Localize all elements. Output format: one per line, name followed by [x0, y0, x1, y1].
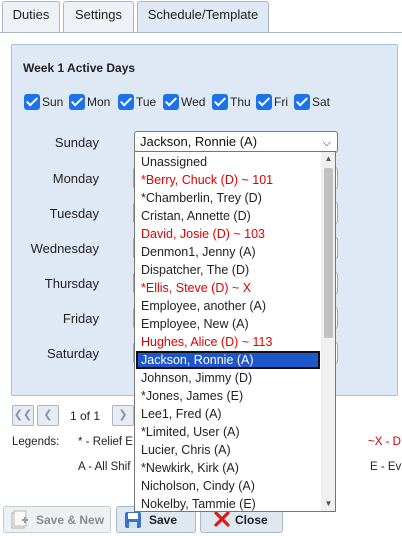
day-check-label: Thu — [230, 95, 251, 109]
list-item[interactable]: *Berry, Chuck (D) ~ 101 — [136, 171, 320, 189]
checkbox-icon[interactable] — [163, 94, 179, 110]
day-check-label: Sat — [312, 95, 331, 109]
checkbox-icon[interactable] — [24, 94, 40, 110]
list-item[interactable]: *Ellis, Steve (D) ~ X — [136, 279, 320, 297]
day-check-fri[interactable]: Fri — [256, 93, 288, 111]
legend-label: Legends: — [12, 436, 60, 448]
legend-relief: * - Relief E — [78, 436, 133, 448]
list-item[interactable]: *Jones, James (E) — [136, 387, 320, 405]
sunday-select-value: Jackson, Ronnie (A) — [140, 134, 258, 149]
day-label-tuesday: Tuesday — [49, 206, 99, 221]
list-item[interactable]: Cristan, Annette (D) — [136, 207, 320, 225]
list-item[interactable]: Johnson, Jimmy (D) — [136, 369, 320, 387]
list-item[interactable]: Lucier, Chris (A) — [136, 441, 320, 459]
day-check-thu[interactable]: Thu — [212, 93, 251, 111]
scroll-down-icon[interactable]: ▼ — [321, 497, 335, 511]
tab-duties[interactable]: Duties — [2, 1, 60, 33]
day-label-wednesday: Wednesday — [30, 241, 99, 256]
checkbox-icon[interactable] — [294, 94, 310, 110]
day-label-friday: Friday — [62, 311, 99, 326]
day-check-label: Wed — [181, 95, 206, 109]
list-item-selected[interactable]: Jackson, Ronnie (A) — [136, 351, 320, 369]
save-new-icon — [10, 510, 30, 530]
pager-status: 1 of 1 — [70, 409, 101, 423]
day-label-sunday: Sunday — [54, 135, 99, 150]
employee-dropdown-list[interactable]: Unassigned *Berry, Chuck (D) ~ 101 *Cham… — [134, 151, 336, 512]
day-check-sat[interactable]: Sat — [294, 93, 330, 111]
legend-x-marker: ~X - D — [368, 436, 401, 448]
checkbox-icon[interactable] — [118, 94, 134, 110]
day-check-label: Sun — [42, 95, 64, 109]
list-item[interactable]: Dispatcher, The (D) — [136, 261, 320, 279]
close-label: Close — [235, 512, 268, 527]
week-title: Week 1 Active Days — [23, 61, 136, 75]
day-label-monday: Monday — [52, 171, 99, 186]
day-label-thursday: Thursday — [44, 276, 99, 291]
scrollbar-thumb[interactable] — [324, 168, 333, 338]
checkbox-icon[interactable] — [256, 94, 272, 110]
day-check-label: Fri — [274, 95, 288, 109]
list-item[interactable]: Nokelby, Tammie (E) — [136, 495, 320, 511]
day-check-mon[interactable]: Mon — [69, 93, 110, 111]
tab-label: Settings — [75, 7, 122, 22]
day-label-saturday: Saturday — [46, 346, 99, 361]
list-item[interactable]: Employee, New (A) — [136, 315, 320, 333]
chevron-down-icon[interactable]: ⌵ — [323, 133, 331, 153]
list-item[interactable]: *Chamberlin, Trey (D) — [136, 189, 320, 207]
list-item[interactable]: David, Josie (D) ~ 103 — [136, 225, 320, 243]
list-item[interactable]: Nicholson, Cindy (A) — [136, 477, 320, 495]
save-icon — [123, 510, 143, 530]
save-label: Save — [149, 512, 178, 527]
tab-label: Duties — [12, 7, 50, 22]
save-new-label: Save & New — [36, 512, 105, 527]
sunday-select[interactable]: Jackson, Ronnie (A) ⌵ — [134, 131, 338, 153]
day-check-wed[interactable]: Wed — [163, 93, 205, 111]
list-item[interactable]: *Limited, User (A) — [136, 423, 320, 441]
day-check-sun[interactable]: Sun — [24, 93, 63, 111]
list-item[interactable]: Employee, another (A) — [136, 297, 320, 315]
legend-evening: E - Ev — [370, 461, 402, 473]
first-page-icon[interactable]: ❮❮ — [12, 405, 34, 426]
legend-all-shifts: A - All Shif — [78, 461, 131, 473]
tab-label: Schedule/Template — [147, 7, 259, 22]
list-item[interactable]: Unassigned — [136, 153, 320, 171]
day-check-tue[interactable]: Tue — [118, 93, 156, 111]
close-icon — [213, 510, 231, 530]
checkbox-icon[interactable] — [212, 94, 228, 110]
checkbox-icon[interactable] — [69, 94, 85, 110]
list-item[interactable]: Lee1, Fred (A) — [136, 405, 320, 423]
list-item[interactable]: Hughes, Alice (D) ~ 113 — [136, 333, 320, 351]
list-item[interactable]: *Newkirk, Kirk (A) — [136, 459, 320, 477]
tab-schedule-template[interactable]: Schedule/Template — [137, 1, 269, 34]
scroll-up-icon[interactable]: ▲ — [321, 152, 335, 166]
save-new-button[interactable]: Save & New — [3, 506, 111, 533]
day-check-label: Tue — [136, 95, 157, 109]
dropdown-scrollbar[interactable]: ▲ ▼ — [321, 152, 335, 511]
tab-settings[interactable]: Settings — [63, 1, 134, 33]
next-page-icon[interactable]: ❯ — [112, 405, 134, 426]
tab-bar: Duties Settings Schedule/Template — [0, 0, 402, 34]
day-check-label: Mon — [87, 95, 111, 109]
prev-page-icon[interactable]: ❮ — [37, 405, 59, 426]
list-item[interactable]: Denmon1, Jenny (A) — [136, 243, 320, 261]
